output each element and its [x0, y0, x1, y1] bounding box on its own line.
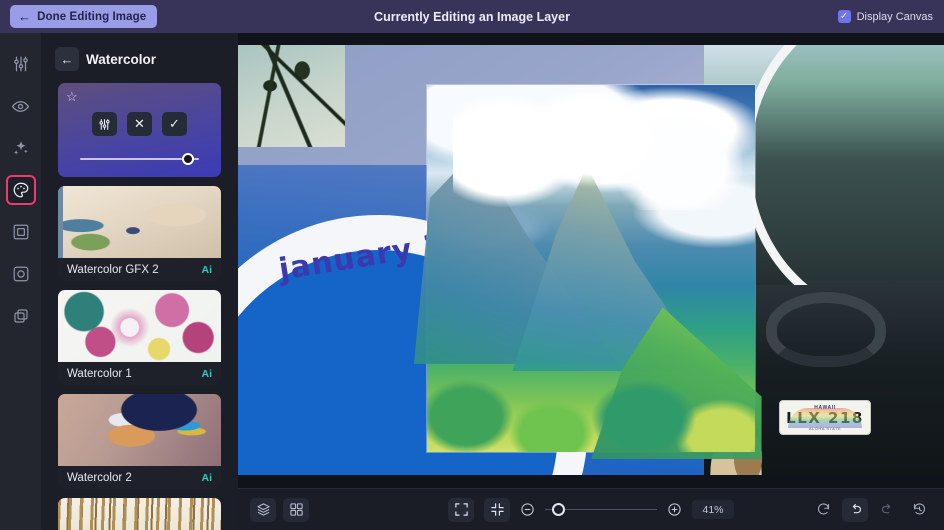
- layers-duplicate-icon[interactable]: [6, 301, 36, 331]
- list-item[interactable]: [58, 498, 221, 530]
- preset-label-row: Watercolor 1 Ai: [58, 362, 221, 385]
- active-effect-card[interactable]: ☆ ✕ ✓: [58, 83, 221, 177]
- top-bar: ← Done Editing Image Currently Editing a…: [0, 0, 944, 33]
- effect-settings-button[interactable]: [92, 112, 117, 136]
- preset-thumbnail: [58, 394, 221, 466]
- preset-name: Watercolor 2: [67, 471, 132, 484]
- history-icon[interactable]: [906, 498, 932, 522]
- list-item[interactable]: Watercolor 1 Ai: [58, 290, 221, 385]
- preset-thumbnail: [58, 498, 221, 530]
- display-canvas-checkbox[interactable]: ✓: [837, 10, 851, 23]
- panel-back-button[interactable]: ←: [55, 47, 79, 71]
- layers-icon[interactable]: [250, 497, 276, 522]
- car-window-shape: [742, 45, 944, 325]
- canvas-area[interactable]: january 20 HAWAII LLX 218 ALOHA STATE: [238, 33, 944, 530]
- cancel-effect-button[interactable]: ✕: [127, 112, 152, 136]
- list-item[interactable]: Watercolor GFX 2 Ai: [58, 186, 221, 281]
- zoom-out-button[interactable]: [520, 502, 535, 517]
- ai-badge: Ai: [201, 263, 213, 276]
- selected-image-layer[interactable]: [413, 85, 762, 460]
- favorite-star-icon[interactable]: ☆: [66, 89, 78, 105]
- adjustments-icon[interactable]: [6, 49, 36, 79]
- effect-intensity-slider[interactable]: [80, 153, 199, 165]
- eye-icon[interactable]: [6, 91, 36, 121]
- sparkles-icon[interactable]: [6, 133, 36, 163]
- preset-label-row: Watercolor 2 Ai: [58, 466, 221, 489]
- back-arrow-icon: ←: [18, 8, 32, 24]
- panel-header: ← Watercolor: [41, 41, 238, 77]
- tool-rail: [0, 33, 41, 530]
- preset-list: ☆ ✕ ✓ Watercolor GFX 2 Ai Watercolor 1 A…: [41, 77, 238, 530]
- done-editing-image-button[interactable]: ← Done Editing Image: [10, 5, 158, 28]
- palette-icon[interactable]: [5, 175, 36, 205]
- bottom-left-tools: [250, 497, 309, 522]
- rainbow-graphic: [788, 408, 862, 428]
- collage-canvas[interactable]: january 20 HAWAII LLX 218 ALOHA STATE: [238, 45, 944, 475]
- display-canvas-label: Display Canvas: [856, 10, 933, 23]
- panel-title: Watercolor: [86, 51, 157, 67]
- ai-badge: Ai: [201, 471, 213, 484]
- zoom-in-button[interactable]: [667, 502, 682, 517]
- redo-icon[interactable]: [874, 498, 900, 522]
- preset-thumbnail: [58, 290, 221, 362]
- effect-slider-knob[interactable]: [182, 153, 195, 165]
- cloud-shapes: [453, 92, 742, 210]
- collage-tree-photo: [238, 45, 345, 147]
- list-item[interactable]: Watercolor 2 Ai: [58, 394, 221, 489]
- frame-icon[interactable]: [6, 217, 36, 247]
- license-plate: HAWAII LLX 218 ALOHA STATE: [779, 400, 871, 435]
- effects-icon[interactable]: [6, 259, 36, 289]
- preset-name: Watercolor GFX 2: [67, 263, 159, 276]
- ai-badge: Ai: [201, 367, 213, 380]
- zoom-level-value[interactable]: 41%: [692, 500, 734, 519]
- zoom-slider-knob[interactable]: [551, 502, 565, 516]
- effect-slider-track: [80, 158, 199, 160]
- grid-icon[interactable]: [283, 497, 309, 522]
- undo-icon[interactable]: [842, 497, 868, 522]
- display-canvas-toggle[interactable]: ✓ Display Canvas: [837, 10, 933, 23]
- confirm-effect-button[interactable]: ✓: [162, 112, 187, 136]
- forest-shapes: [427, 334, 755, 452]
- image-editor-app: ← Done Editing Image Currently Editing a…: [0, 0, 944, 530]
- fit-screen-icon[interactable]: [448, 497, 474, 522]
- preset-label-row: Watercolor GFX 2 Ai: [58, 258, 221, 281]
- zoom-slider[interactable]: [545, 502, 657, 517]
- done-editing-image-label: Done Editing Image: [37, 10, 147, 23]
- active-card-actions: ✕ ✓: [58, 112, 221, 136]
- preset-name: Watercolor 1: [67, 367, 132, 380]
- bottom-toolbar: 41%: [238, 488, 944, 530]
- effects-panel: ← Watercolor ☆ ✕ ✓ Watercolor GFX 2 Ai W…: [41, 33, 238, 530]
- preset-thumbnail: [58, 186, 221, 258]
- refresh-icon[interactable]: [810, 498, 836, 522]
- collapse-icon[interactable]: [484, 497, 510, 522]
- history-tools: [810, 497, 932, 522]
- steering-wheel-shape: [766, 292, 886, 367]
